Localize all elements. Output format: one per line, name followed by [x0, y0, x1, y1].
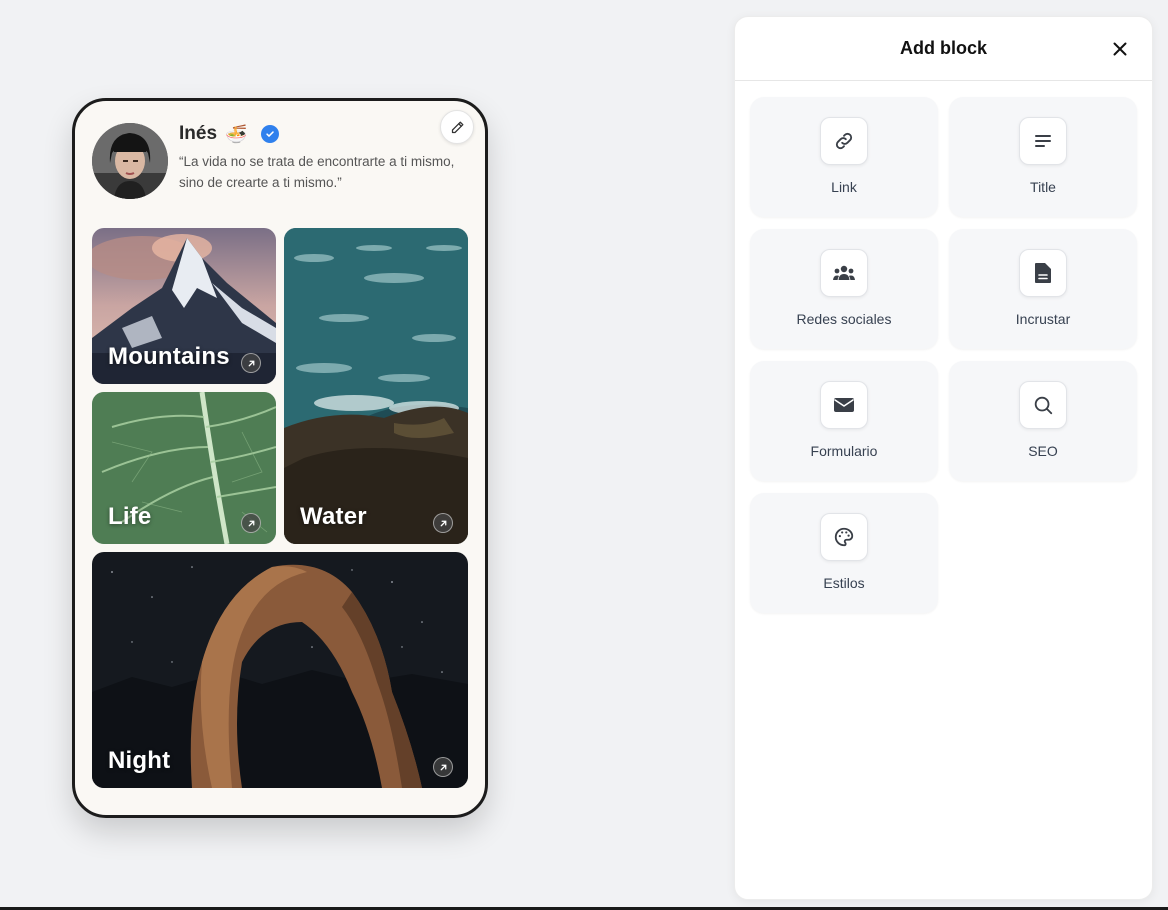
people-icon: [820, 249, 868, 297]
tile-label: Water: [300, 503, 367, 530]
block-label: Estilos: [823, 575, 865, 591]
block-seo[interactable]: SEO: [949, 361, 1137, 481]
avatar: [92, 123, 168, 199]
block-redes-sociales[interactable]: Redes sociales: [750, 229, 938, 349]
title-lines-icon: [1019, 117, 1067, 165]
edit-profile-button[interactable]: [440, 110, 474, 144]
profile-name: Inés: [179, 123, 218, 144]
tile-mountains[interactable]: Mountains: [92, 228, 276, 384]
link-icon: [820, 117, 868, 165]
tile-label: Mountains: [108, 343, 230, 370]
tile-label: Night: [108, 747, 171, 774]
external-arrow-icon: [241, 353, 261, 373]
profile-name-row: Inés 🍜: [179, 123, 280, 145]
envelope-icon: [820, 381, 868, 429]
panel-title: Add block: [899, 38, 987, 58]
close-icon: [1113, 42, 1127, 56]
profile-bio: “La vida no se trata de encontrarte a ti…: [179, 154, 455, 190]
add-block-panel: Add block Link Title Redes sociales Incr…: [734, 16, 1153, 900]
tile-life[interactable]: Life: [92, 392, 276, 544]
verified-badge-icon: [261, 125, 280, 143]
tile-water[interactable]: Water: [284, 228, 468, 544]
block-label: Link: [831, 179, 857, 195]
external-arrow-icon: [433, 513, 453, 533]
block-label: Formulario: [810, 443, 878, 459]
external-arrow-icon: [241, 513, 261, 533]
block-incrustar[interactable]: Incrustar: [949, 229, 1137, 349]
block-label: Redes sociales: [796, 311, 892, 327]
block-link[interactable]: Link: [750, 97, 938, 217]
search-icon: [1019, 381, 1067, 429]
tile-night[interactable]: Night: [92, 552, 468, 788]
block-title[interactable]: Title: [949, 97, 1137, 217]
block-formulario[interactable]: Formulario: [750, 361, 938, 481]
noodles-emoji: 🍜: [225, 123, 248, 145]
phone-preview: Inés 🍜 “La vida no se trata de encontrar…: [72, 98, 488, 818]
external-arrow-icon: [433, 757, 453, 777]
block-label: Title: [1030, 179, 1056, 195]
block-label: Incrustar: [1015, 311, 1071, 327]
document-icon: [1019, 249, 1067, 297]
panel-header: Add block: [735, 17, 1152, 81]
block-estilos[interactable]: Estilos: [750, 493, 938, 613]
block-label: SEO: [1028, 443, 1058, 459]
close-button[interactable]: [1110, 39, 1130, 59]
palette-icon: [820, 513, 868, 561]
pencil-icon: [451, 121, 463, 133]
water-image: [284, 228, 468, 544]
tile-label: Life: [108, 503, 152, 530]
